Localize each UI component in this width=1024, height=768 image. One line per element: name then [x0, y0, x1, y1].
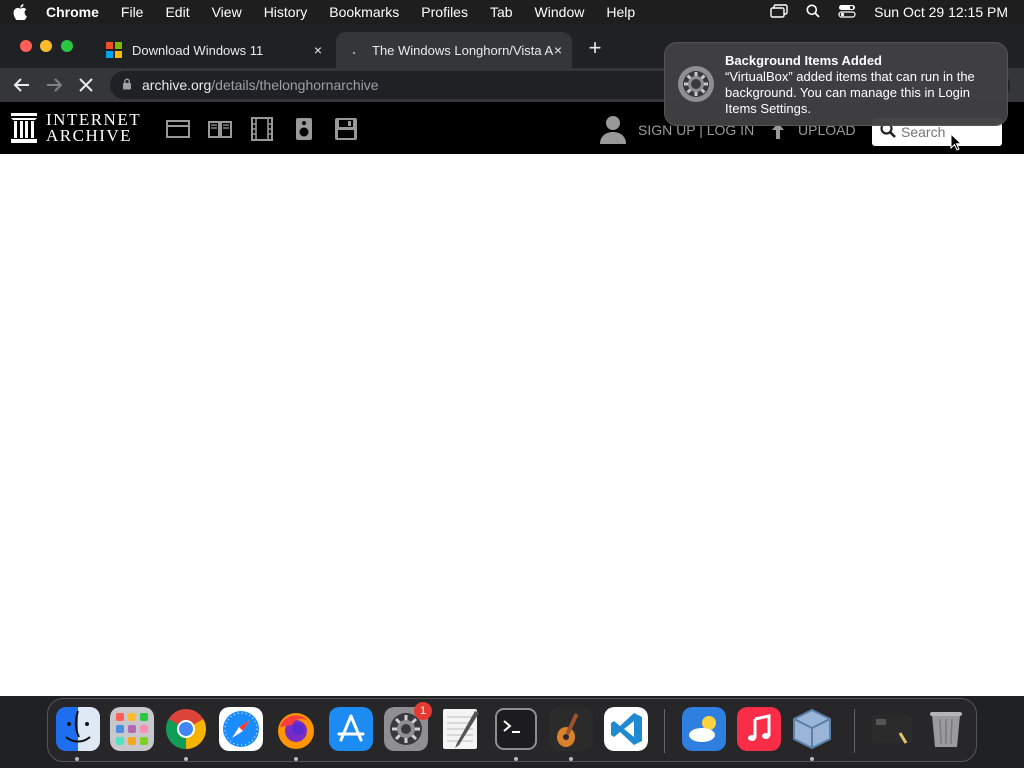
control-center-icon[interactable]	[838, 4, 856, 21]
notification-title: Background Items Added	[725, 53, 882, 68]
window-minimize-button[interactable]	[40, 40, 52, 52]
internet-archive-logo[interactable]: INTERNET ARCHIVE	[10, 111, 141, 145]
menu-profiles[interactable]: Profiles	[410, 4, 479, 20]
app-store-icon[interactable]	[329, 707, 373, 751]
running-indicator	[514, 757, 518, 761]
new-tab-button[interactable]: +	[584, 37, 606, 60]
dock-separator	[664, 709, 665, 753]
menu-app-name[interactable]: Chrome	[40, 4, 110, 20]
stop-loading-icon[interactable]	[75, 74, 97, 96]
finder-icon[interactable]	[56, 707, 100, 751]
tab-longhorn-archive[interactable]: The Windows Longhorn/Vista A ×	[336, 32, 572, 68]
tab-close-icon[interactable]: ×	[554, 42, 562, 58]
menu-bookmarks[interactable]: Bookmarks	[318, 4, 410, 20]
ia-wordmark: INTERNET ARCHIVE	[46, 111, 141, 145]
music-icon[interactable]	[737, 707, 781, 751]
running-indicator	[184, 757, 188, 761]
archive-building-icon	[11, 113, 37, 143]
menubar-clock[interactable]: Sun Oct 29 12:15 PM	[874, 4, 1008, 20]
loading-icon	[346, 43, 362, 58]
url-path: /details/thelonghornarchive	[211, 77, 379, 93]
video-icon[interactable]	[249, 116, 275, 142]
menu-help[interactable]: Help	[595, 4, 646, 20]
running-indicator	[569, 757, 573, 761]
running-indicator	[294, 757, 298, 761]
page-content	[0, 154, 1024, 696]
firefox-icon[interactable]	[274, 707, 318, 751]
menu-tab[interactable]: Tab	[479, 4, 524, 20]
notification-banner[interactable]: Background Items Added “VirtualBox” adde…	[664, 42, 1008, 126]
web-icon[interactable]	[165, 116, 191, 142]
spotlight-search-icon[interactable]	[806, 4, 820, 21]
textedit-icon[interactable]	[439, 707, 483, 751]
url-domain: archive.org	[142, 77, 212, 93]
notification-body: “VirtualBox” added items that can run in…	[725, 69, 975, 116]
chrome-icon[interactable]	[164, 707, 208, 751]
tab-title: The Windows Longhorn/Vista A	[372, 42, 554, 58]
screenshot-icon[interactable]	[870, 707, 914, 751]
wordmark-line2: ARCHIVE	[46, 126, 133, 145]
running-indicator	[810, 757, 814, 761]
texts-icon[interactable]	[207, 116, 233, 142]
lock-icon[interactable]	[122, 77, 132, 93]
notification-badge: 1	[414, 702, 432, 720]
tab-title: Download Windows 11	[132, 42, 264, 58]
dock	[47, 698, 977, 762]
user-avatar-icon[interactable]	[598, 114, 628, 149]
safari-icon[interactable]	[219, 707, 263, 751]
screen-mirroring-icon[interactable]	[770, 3, 788, 21]
menu-history[interactable]: History	[253, 4, 319, 20]
menu-edit[interactable]: Edit	[154, 4, 200, 20]
mouse-cursor-icon	[950, 132, 963, 156]
settings-gear-icon	[677, 65, 715, 108]
menu-file[interactable]: File	[110, 4, 155, 20]
tab-download-windows-11[interactable]: Download Windows 11 ×	[96, 32, 332, 68]
window-close-button[interactable]	[20, 40, 32, 52]
menu-view[interactable]: View	[201, 4, 253, 20]
trash-icon[interactable]	[924, 707, 968, 751]
garageband-icon[interactable]	[549, 707, 593, 751]
virtualbox-icon[interactable]	[790, 707, 834, 751]
apple-icon[interactable]	[0, 4, 40, 20]
launchpad-icon[interactable]	[110, 707, 154, 751]
menu-bar: Chrome File Edit View History Bookmarks …	[0, 0, 1024, 24]
back-arrow-icon[interactable]	[11, 74, 33, 96]
running-indicator	[75, 757, 79, 761]
terminal-icon[interactable]	[494, 707, 538, 751]
software-icon[interactable]	[333, 116, 359, 142]
weather-icon[interactable]	[682, 707, 726, 751]
vscode-icon[interactable]	[604, 707, 648, 751]
windows-logo-icon	[106, 42, 122, 58]
menu-window[interactable]: Window	[524, 4, 596, 20]
dock-separator	[854, 709, 855, 753]
window-maximize-button[interactable]	[61, 40, 73, 52]
audio-icon[interactable]	[291, 116, 317, 142]
forward-arrow-icon[interactable]	[43, 74, 65, 96]
tab-close-icon[interactable]: ×	[314, 42, 322, 58]
